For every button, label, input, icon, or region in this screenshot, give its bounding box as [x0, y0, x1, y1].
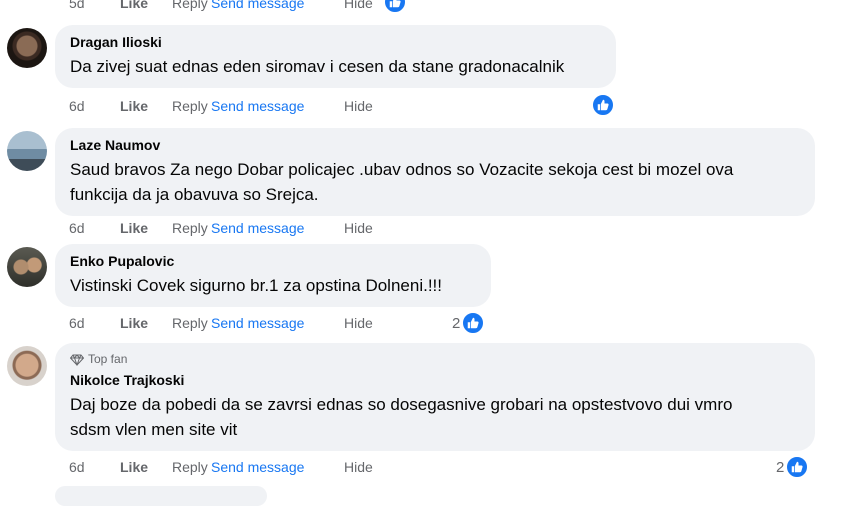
reaction-count: 2: [776, 458, 785, 476]
comment-author[interactable]: Laze Naumov: [70, 137, 801, 154]
send-message-action[interactable]: Send message: [211, 98, 344, 114]
badge-label: Top fan: [88, 352, 128, 366]
comment-bubble: Laze Naumov Saud bravos Za nego Dobar po…: [55, 128, 815, 216]
comment-actions-top: 5d Like Reply Send message Hide: [69, 0, 373, 13]
comment-actions: 6d Like Reply Send message Hide: [69, 457, 373, 477]
comment-time[interactable]: 5d: [69, 0, 120, 11]
comment-time[interactable]: 6d: [69, 315, 120, 331]
like-action[interactable]: Like: [120, 98, 172, 114]
comment-time[interactable]: 6d: [69, 220, 120, 236]
comment-text: Vistinski Covek sigurno br.1 za opstina …: [70, 276, 442, 295]
comment-text: Saud bravos Za nego Dobar policajec .uba…: [70, 160, 734, 204]
comment-author[interactable]: Dragan Ilioski: [70, 34, 602, 51]
like-action[interactable]: Like: [120, 315, 172, 331]
comment-actions: 6d Like Reply Send message Hide: [69, 96, 373, 116]
comment-bubble-partial: [55, 486, 267, 506]
reply-action[interactable]: Reply: [172, 459, 211, 475]
reaction-summary[interactable]: 2: [452, 312, 485, 334]
like-action[interactable]: Like: [120, 459, 172, 475]
reaction-count: 2: [452, 314, 461, 332]
avatar[interactable]: [7, 346, 47, 386]
comment-time[interactable]: 6d: [69, 98, 120, 114]
send-message-action[interactable]: Send message: [211, 0, 344, 11]
comment-bubble: Dragan Ilioski Da zivej suat ednas eden …: [55, 25, 616, 88]
like-action[interactable]: Like: [120, 0, 172, 11]
send-message-action[interactable]: Send message: [211, 459, 344, 475]
diamond-icon: [70, 354, 84, 366]
like-thumb-icon: [384, 0, 406, 13]
comment-bubble: Top fan Nikolce Trajkoski Daj boze da po…: [55, 343, 815, 451]
comment-bubble: Enko Pupalovic Vistinski Covek sigurno b…: [55, 244, 491, 307]
reply-action[interactable]: Reply: [172, 98, 211, 114]
send-message-action[interactable]: Send message: [211, 315, 344, 331]
like-thumb-icon: [592, 94, 614, 116]
hide-action[interactable]: Hide: [344, 459, 373, 475]
reply-action[interactable]: Reply: [172, 315, 211, 331]
hide-action[interactable]: Hide: [344, 220, 373, 236]
reply-action[interactable]: Reply: [172, 220, 211, 236]
comment-actions: 6d Like Reply Send message Hide: [69, 218, 373, 238]
top-fan-badge: Top fan: [70, 352, 801, 367]
avatar[interactable]: [7, 131, 47, 171]
hide-action[interactable]: Hide: [344, 315, 373, 331]
comment-author[interactable]: Nikolce Trajkoski: [70, 372, 801, 389]
reply-action[interactable]: Reply: [172, 0, 211, 11]
hide-action[interactable]: Hide: [344, 0, 373, 11]
send-message-action[interactable]: Send message: [211, 220, 344, 236]
comment-actions: 6d Like Reply Send message Hide: [69, 313, 373, 333]
avatar[interactable]: [7, 247, 47, 287]
like-action[interactable]: Like: [120, 220, 172, 236]
reaction-summary[interactable]: [384, 0, 406, 13]
like-thumb-icon: [462, 312, 485, 334]
avatar[interactable]: [7, 28, 47, 68]
comment-time[interactable]: 6d: [69, 459, 120, 475]
like-thumb-icon: [786, 456, 809, 478]
hide-action[interactable]: Hide: [344, 98, 373, 114]
comment-text: Daj boze da pobedi da se zavrsi ednas so…: [70, 395, 733, 439]
reaction-summary[interactable]: 2: [776, 456, 809, 478]
comment-author[interactable]: Enko Pupalovic: [70, 253, 477, 270]
reaction-summary[interactable]: [592, 94, 614, 116]
comment-text: Da zivej suat ednas eden siromav i cesen…: [70, 57, 565, 76]
